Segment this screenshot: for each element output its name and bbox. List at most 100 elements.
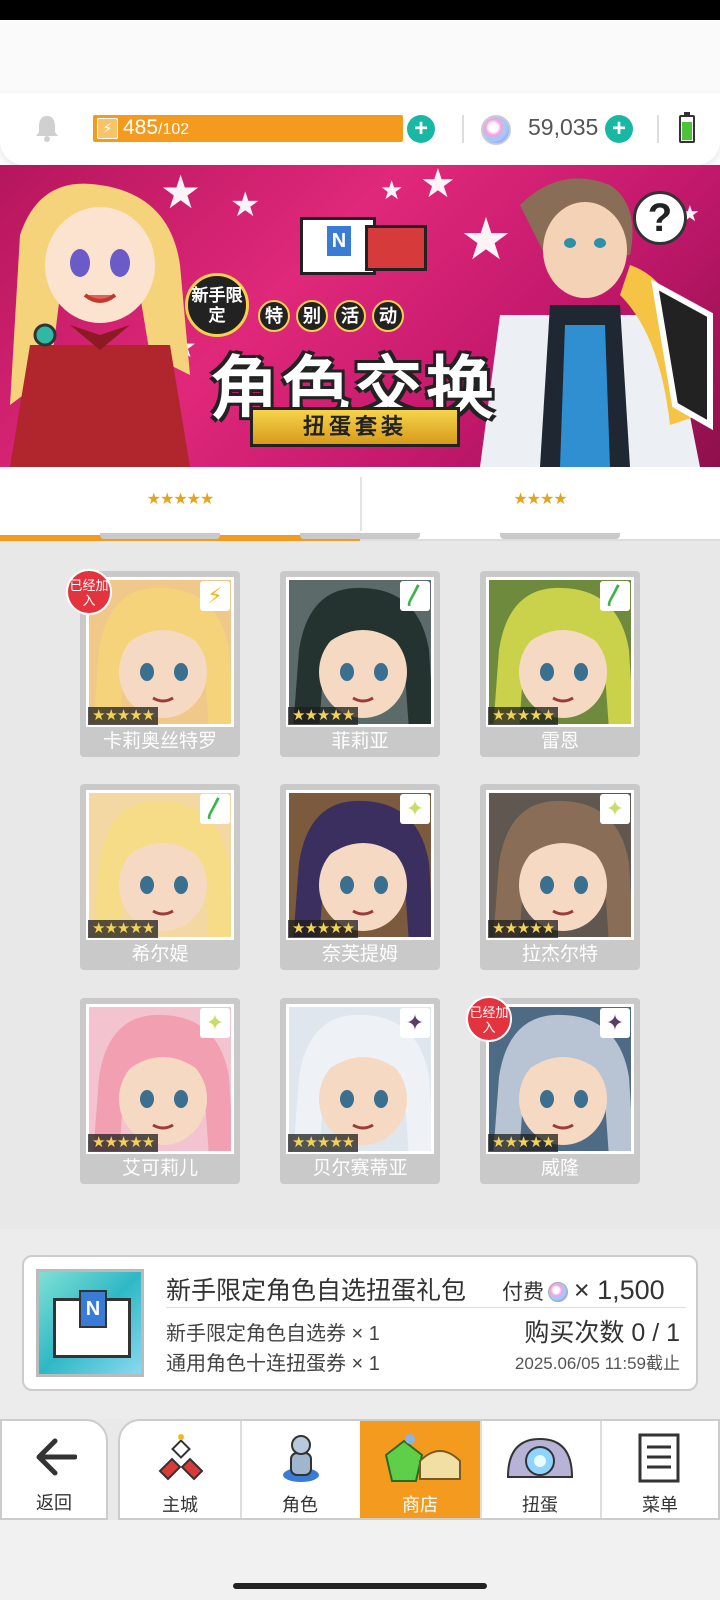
banner-ribbon: 扭蛋套装: [250, 407, 460, 447]
light-element-icon: ✦: [400, 794, 430, 824]
divider: [462, 115, 464, 143]
nav-label: 角色: [282, 1495, 318, 1515]
star-decoration: ★: [380, 175, 404, 205]
wind-element-icon: 〳: [200, 794, 230, 824]
rarity-stars: ★★★★★: [288, 707, 359, 725]
menu-icon: [638, 1433, 680, 1483]
purchase-count: 购买次数 0 / 1: [524, 1319, 680, 1347]
star-decoration: ★: [420, 165, 456, 206]
offer-deadline: 2025.06/05 11:59截止: [514, 1354, 680, 1373]
wind-element-icon: 〳: [400, 581, 430, 611]
nav-item-character[interactable]: 角色: [240, 1421, 360, 1518]
character-name: 拉杰尔特: [521, 944, 598, 965]
banner-subtitle: 特别活动: [258, 300, 410, 332]
nav-item-menu[interactable]: 菜单: [600, 1421, 718, 1518]
nav-item-shop[interactable]: 商店: [360, 1421, 480, 1518]
light-element-icon: ✦: [200, 1008, 230, 1038]
new-player-badge: 新手限定: [185, 273, 249, 337]
lightning-icon: ⚡: [97, 118, 118, 139]
gem-icon: [548, 1282, 568, 1302]
resource-bar: ⚡ 485/102 + 59,035 +: [0, 93, 720, 165]
character-name: 艾可莉儿: [121, 1158, 198, 1179]
tab-4-star[interactable]: ★★★★: [360, 467, 720, 541]
ticket-envelope-icon: [36, 1269, 144, 1377]
nav-tabs: 主城 角色 商店 扭蛋 菜单: [118, 1419, 720, 1520]
nav-label: 主城: [162, 1495, 198, 1515]
nav-label: 扭蛋: [522, 1495, 558, 1515]
gem-count: 59,035: [528, 114, 599, 140]
nav-item-gacha[interactable]: 扭蛋: [480, 1421, 600, 1518]
lightning-element-icon: ⚡: [200, 581, 230, 611]
bottom-nav: 返回 主城 角色 商店 扭蛋 菜单: [0, 1419, 720, 1520]
star-decoration: ★: [230, 186, 261, 224]
rarity-stars: ★★★★★: [288, 1134, 359, 1152]
character-card[interactable]: ★★★★★ ⚡ 卡莉奥丝特罗 已经加入: [66, 569, 240, 757]
character-icon: [283, 1435, 319, 1482]
back-label: 返回: [36, 1493, 72, 1513]
divider: [166, 1307, 686, 1308]
pay-label: 付费: [502, 1281, 544, 1304]
rarity-stars: ★★★★★: [488, 1134, 559, 1152]
character-name: 雷恩: [540, 731, 579, 752]
character-name: 卡莉奥丝特罗: [102, 731, 217, 752]
bell-icon[interactable]: [32, 113, 62, 143]
rarity-stars: ★★★★★: [488, 920, 559, 938]
card-edge: [300, 533, 420, 539]
joined-badge: 已经加入: [466, 996, 512, 1042]
add-gems-button[interactable]: +: [605, 115, 633, 143]
character-card[interactable]: ★★★★★ ✦ 拉杰尔特: [480, 784, 640, 970]
nav-label: 商店: [402, 1495, 438, 1515]
stamina-value: 485/102: [123, 116, 190, 139]
gacha-icon: [506, 1437, 574, 1478]
character-name: 威隆: [540, 1158, 579, 1179]
character-card[interactable]: ★★★★★ ✦ 威隆 已经加入: [466, 996, 640, 1184]
rarity-stars: ★★★★★: [88, 1134, 159, 1152]
rarity-stars: ★★★★★: [288, 920, 359, 938]
tab-5-star[interactable]: ★★★★★: [0, 467, 360, 541]
price-value: × 1,500: [573, 1275, 665, 1305]
status-bar: [0, 0, 720, 20]
character-card[interactable]: ★★★★★ ✦ 贝尔赛蒂亚: [280, 998, 440, 1184]
light-element-icon: ✦: [600, 794, 630, 824]
stamina-bar: ⚡ 485/102: [93, 115, 403, 142]
character-card[interactable]: ★★★★★ 〳希尔媞: [80, 784, 240, 970]
character-name: 菲莉亚: [331, 731, 389, 752]
character-card[interactable]: ★★★★★ ✦ 艾可莉儿: [80, 998, 240, 1184]
event-banner[interactable]: ★ ★ ★ ★ ★ ★ ★ 新手限定: [0, 165, 720, 467]
character-name: 希尔媞: [131, 944, 189, 965]
dark-element-icon: ✦: [600, 1008, 630, 1038]
gacha-ticket-icon: [365, 225, 427, 271]
divider: [657, 115, 659, 143]
character-grid: ★★★★★ ⚡ 卡莉奥丝特罗 已经加入 ★★★★★ 〳菲莉亚 ★★★★★ 〳雷恩 ★★★★★ 〳希…: [0, 533, 720, 1229]
card-edge: [100, 533, 220, 539]
character-card[interactable]: ★★★★★ ✦ 奈芙提姆: [280, 784, 440, 970]
home-indicator[interactable]: [233, 1583, 487, 1589]
dark-element-icon: ✦: [400, 1008, 430, 1038]
offer-item: 新手限定角色自选券 × 1: [166, 1323, 380, 1345]
character-art-girl: [10, 183, 190, 467]
gem-icon: [481, 115, 511, 145]
wind-element-icon: 〳: [600, 581, 630, 611]
nav-item-castle[interactable]: 主城: [120, 1421, 240, 1518]
rarity-tabs: ★★★★★ ★★★★: [0, 467, 720, 541]
offer-title: 新手限定角色自选扭蛋礼包: [166, 1277, 467, 1305]
offer-price: 付费 × 1,500: [502, 1275, 665, 1306]
rarity-stars: ★★★★★: [88, 707, 159, 725]
offer-card[interactable]: 新手限定角色自选扭蛋礼包 付费 × 1,500 新手限定角色自选券 × 1 通用…: [22, 1255, 698, 1391]
offer-item: 通用角色十连扭蛋券 × 1: [166, 1353, 380, 1375]
character-card[interactable]: ★★★★★ 〳雷恩: [480, 571, 640, 757]
back-button[interactable]: 返回: [0, 1419, 108, 1520]
nav-label: 菜单: [642, 1495, 678, 1515]
character-name: 贝尔赛蒂亚: [312, 1158, 408, 1179]
joined-badge: 已经加入: [66, 569, 112, 615]
character-card[interactable]: ★★★★★ 〳菲莉亚: [280, 571, 440, 757]
card-edge: [500, 533, 620, 539]
arrow-left-icon: [36, 1438, 77, 1476]
add-stamina-button[interactable]: +: [407, 115, 435, 143]
character-name: 奈芙提姆: [321, 944, 398, 965]
screen: ⚡ 485/102 + 59,035 + ★ ★ ★ ★ ★ ★ ★: [0, 0, 720, 1600]
battery-icon: [679, 112, 695, 143]
help-button[interactable]: ?: [633, 191, 687, 245]
rarity-stars: ★★★★★: [88, 920, 159, 938]
rarity-stars: ★★★★★: [488, 707, 559, 725]
